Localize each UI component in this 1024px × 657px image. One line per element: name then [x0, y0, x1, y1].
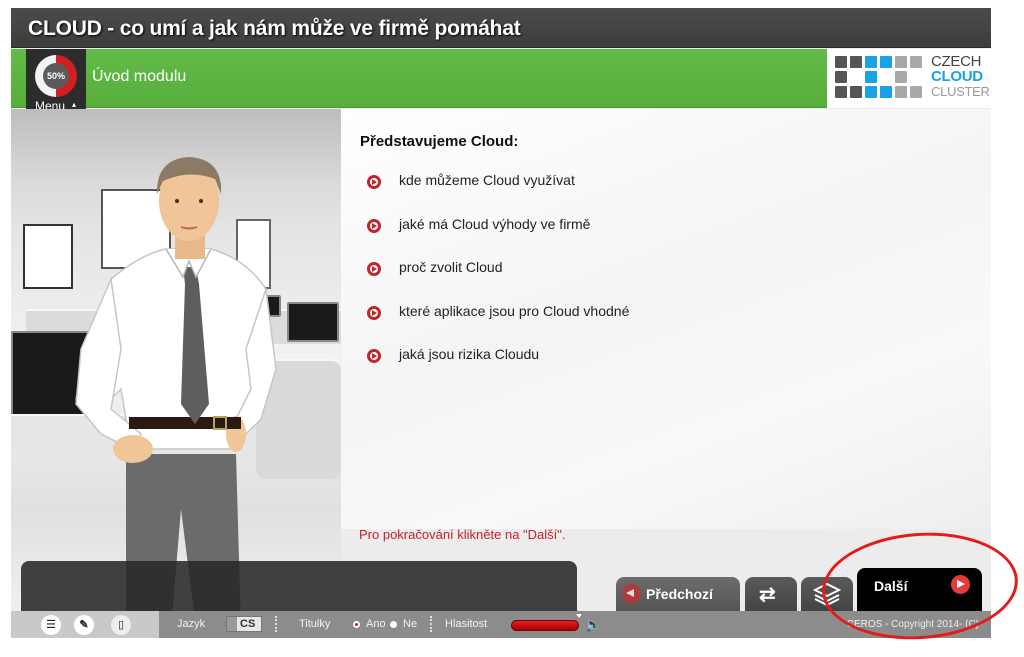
list-item: jaká jsou rizika Cloudu [367, 346, 629, 390]
dropdown-icon [227, 617, 237, 631]
bottom-toolbar: ☰ ✎ ▯ Jazyk CS Titulky Ano Ne Hlasitost … [11, 611, 991, 638]
previous-button[interactable]: Předchozí [616, 577, 740, 611]
laptop-right [287, 302, 339, 342]
logo-text: CZECH CLOUD CLUSTER [931, 54, 990, 99]
logo-line-1: CZECH [931, 53, 982, 70]
next-label: Další [874, 578, 908, 594]
divider [275, 616, 277, 632]
subtitles-no-radio[interactable] [390, 621, 397, 628]
logo-square [865, 71, 877, 83]
presenter-illustration [11, 109, 341, 629]
course-title: CLOUD - co umí a jak nám může ve firmě p… [28, 17, 521, 40]
notepad-icon[interactable]: ✎ [74, 615, 94, 635]
list-item: které aplikace jsou pro Cloud vhodné [367, 303, 629, 347]
logo-square [895, 86, 907, 98]
logo-square [880, 86, 892, 98]
czech-cloud-cluster-logo: CZECH CLOUD CLUSTER [827, 49, 991, 108]
menu-button[interactable]: 50% Menu ▴ [26, 49, 86, 114]
list-item: jaké má Cloud výhody ve firmě [367, 216, 629, 260]
list-item-text: kde můžeme Cloud využívat [399, 172, 575, 188]
continue-instruction: Pro pokračování klikněte na "Další". [359, 527, 566, 542]
logo-square [910, 56, 922, 68]
caret-up-icon: ▴ [72, 100, 77, 109]
subtitles-yes-label: Ano [366, 618, 386, 630]
logo-square [865, 86, 877, 98]
belt [129, 417, 241, 429]
progress-percent: 50% [43, 63, 69, 89]
logo-square [850, 71, 862, 83]
tool-icons-group: ☰ ✎ ▯ [11, 611, 159, 638]
next-button[interactable]: Další [857, 568, 982, 611]
title-bar: CLOUD - co umí a jak nám může ve firmě p… [11, 8, 991, 48]
left-hand [113, 435, 153, 463]
arrow-circle-right-icon [367, 218, 381, 233]
resources-button[interactable] [801, 577, 853, 611]
speaker-icon[interactable]: 🔈 [585, 617, 601, 633]
layers-icon [812, 582, 842, 607]
volume-label: Hlasitost [445, 618, 488, 630]
logo-square [850, 86, 862, 98]
logo-square [835, 71, 847, 83]
logo-square [910, 71, 922, 83]
language-label: Jazyk [177, 618, 206, 630]
subtitles-yes-radio[interactable] [353, 621, 360, 628]
arrow-circle-right-icon [367, 175, 381, 189]
previous-label: Předchozí [646, 586, 713, 602]
logo-line-3: CLUSTER [931, 84, 990, 99]
repeat-button[interactable]: ⇄ [745, 577, 797, 611]
presenter-figure [75, 157, 277, 629]
subtitles-no-label: Ne [403, 618, 418, 630]
logo-square [910, 86, 922, 98]
logo-square [880, 71, 892, 83]
list-item: kde můžeme Cloud využívat [367, 172, 629, 216]
subtitles-label: Titulky [299, 618, 331, 630]
logo-square [880, 56, 892, 68]
list-icon[interactable]: ☰ [41, 615, 61, 635]
left-eye [175, 199, 179, 203]
list-item: proč zvolit Cloud [367, 259, 629, 303]
progress-ring: 50% [35, 55, 77, 97]
logo-square [835, 56, 847, 68]
list-item-text: které aplikace jsou pro Cloud vhodné [399, 302, 630, 319]
content-heading: Představujeme Cloud: [360, 133, 519, 150]
arrow-circle-right-icon [367, 262, 381, 277]
arrow-circle-left-icon [622, 584, 641, 603]
arrow-circle-right-icon [367, 305, 381, 320]
logo-square [895, 71, 907, 83]
logo-line-2: CLOUD [931, 68, 983, 85]
language-select[interactable]: CS [226, 616, 262, 632]
copyright-text: CEROS - Copyright 2014- (C) [846, 619, 979, 630]
list-item-text: jaká jsou rizika Cloudu [399, 346, 540, 363]
document-icon[interactable]: ▯ [111, 615, 131, 635]
section-bar: Úvod modulu [11, 49, 827, 108]
logo-square [895, 56, 907, 68]
volume-slider[interactable] [511, 620, 579, 631]
logo-square [850, 56, 862, 68]
arrow-circle-right-icon [367, 349, 381, 364]
right-eye [199, 199, 203, 203]
repeat-icon: ⇄ [759, 584, 776, 606]
arrow-circle-right-icon [951, 575, 970, 594]
course-player: CLOUD - co umí a jak nám může ve firmě p… [11, 8, 991, 638]
language-value: CS [240, 618, 256, 630]
topic-list: kde můžeme Cloud využívat jaké má Cloud … [367, 172, 629, 390]
logo-mark [835, 56, 922, 98]
section-title: Úvod modulu [92, 68, 187, 85]
whiteboard-left [23, 224, 73, 289]
content-panel: Představujeme Cloud: kde můžeme Cloud vy… [341, 109, 991, 529]
divider [430, 616, 432, 632]
list-item-text: jaké má Cloud výhody ve firmě [399, 215, 591, 232]
list-item-text: proč zvolit Cloud [399, 259, 503, 276]
logo-square [865, 56, 877, 68]
volume-handle[interactable] [576, 614, 582, 618]
logo-square [835, 86, 847, 98]
